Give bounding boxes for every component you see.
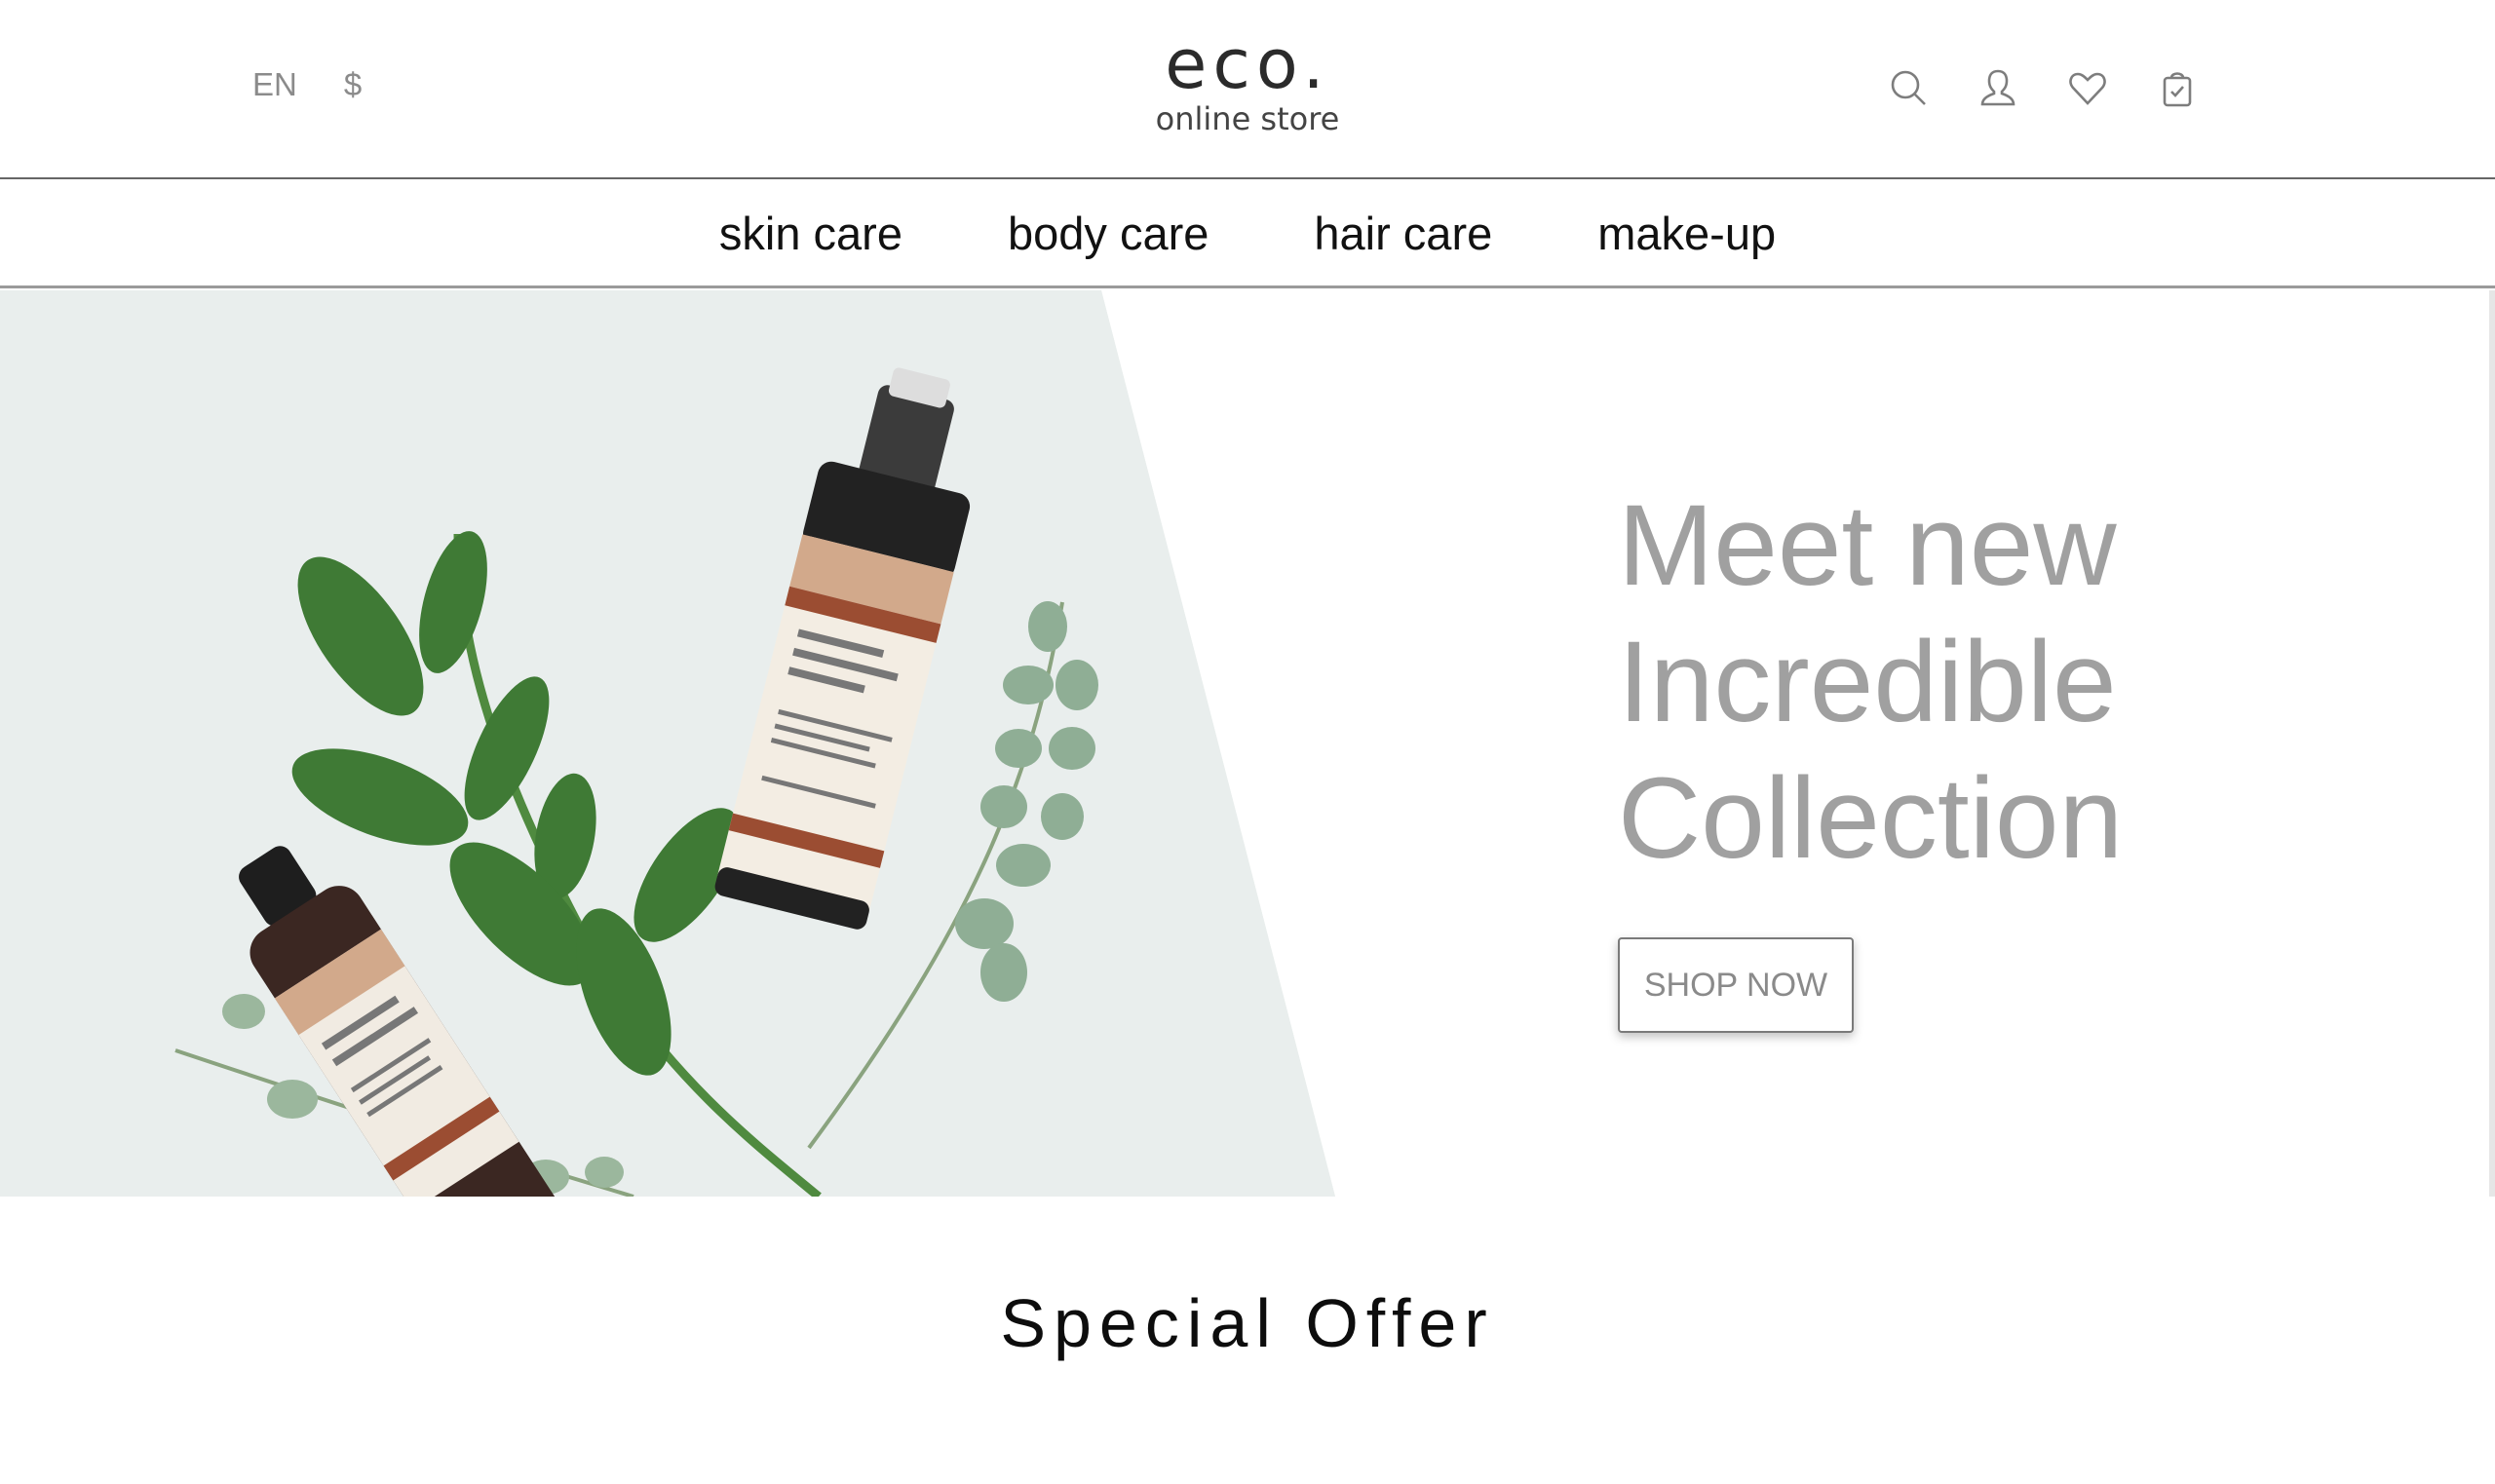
hero-text-block: Meet new Incredible Collection SHOP NOW [1618, 477, 2300, 1033]
header-icons [1887, 66, 2199, 109]
nav-item-make-up[interactable]: make-up [1597, 207, 1776, 260]
hero-title-line-2: Incredible [1618, 618, 2117, 746]
search-icon[interactable] [1887, 66, 1930, 109]
hero-product-image [0, 290, 1335, 1197]
nav-item-hair-care[interactable]: hair care [1314, 207, 1492, 260]
main-navigation: skin care body care hair care make-up [0, 181, 2495, 288]
hero-banner: Meet new Incredible Collection SHOP NOW [0, 290, 2495, 1197]
hero-title: Meet new Incredible Collection [1618, 477, 2300, 887]
nav-item-body-care[interactable]: body care [1008, 207, 1209, 260]
site-header: EN $ eco. online store [0, 0, 2495, 179]
account-icon[interactable] [1977, 66, 2019, 109]
heart-icon[interactable] [2066, 66, 2109, 109]
nav-item-skin-care[interactable]: skin care [719, 207, 902, 260]
header-locale-controls: EN $ [252, 66, 362, 103]
shop-now-button[interactable]: SHOP NOW [1618, 937, 1854, 1033]
logo-main-text: eco. [1165, 24, 1330, 104]
hero-title-line-1: Meet new [1618, 481, 2117, 610]
cart-icon[interactable] [2156, 66, 2199, 109]
special-offer-heading: Special Offer [1000, 1285, 1495, 1361]
language-selector[interactable]: EN [252, 66, 297, 103]
currency-selector[interactable]: $ [344, 66, 362, 103]
hero-illustration [0, 290, 1335, 1197]
site-logo[interactable]: eco. online store [1092, 27, 1403, 136]
hero-title-line-3: Collection [1618, 754, 2124, 883]
hero-right-edge [2489, 290, 2495, 1197]
logo-sub-text: online store [1155, 100, 1340, 137]
